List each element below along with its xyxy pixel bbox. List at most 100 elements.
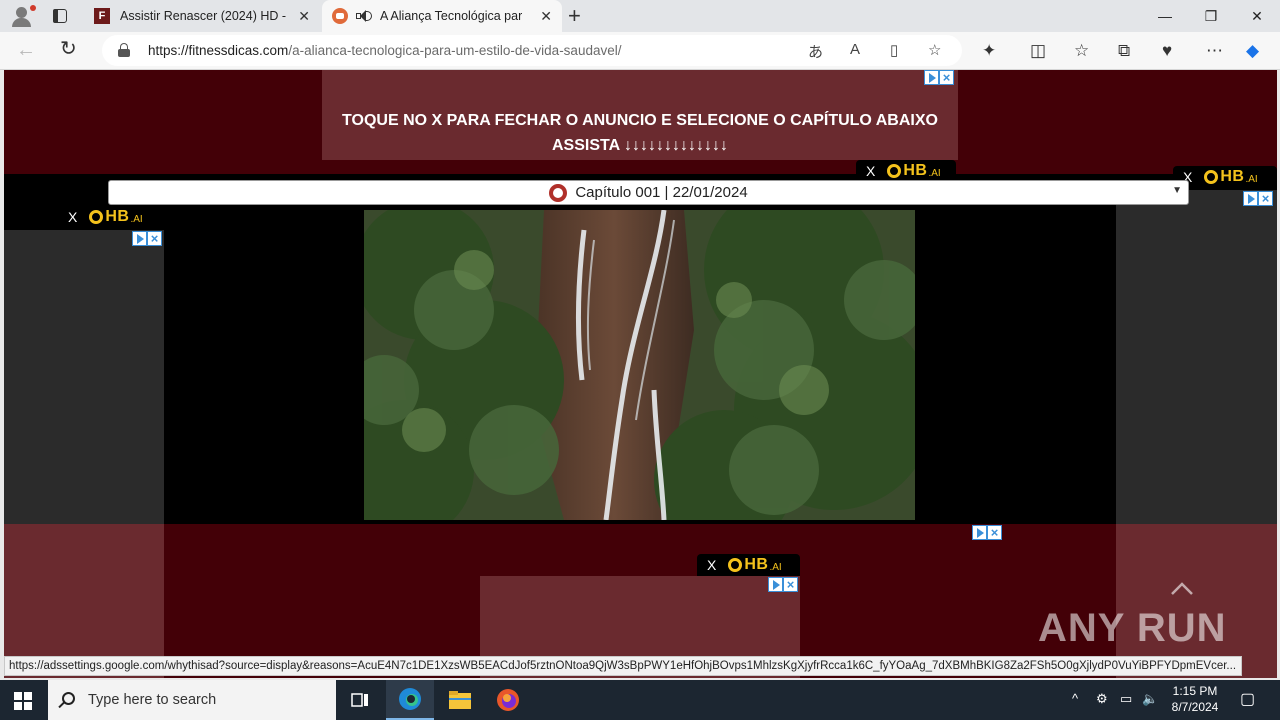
taskbar-clock[interactable]: 1:15 PM 8/7/2024 (1164, 683, 1226, 715)
hb-logo-icon (1204, 170, 1219, 184)
chapter-select-value: Capítulo 001 | 22/01/2024 (575, 184, 748, 201)
hb-brand-suffix: .AI (130, 213, 143, 225)
network-icon[interactable]: ▭ (1120, 691, 1132, 707)
ad-instruction-line1: TOQUE NO X PARA FECHAR O ANUNCIO E SELEC… (342, 112, 938, 129)
hb-logo-icon (728, 558, 743, 572)
hb-brand: HB (744, 556, 769, 573)
hb-ai-close-tab[interactable]: X HB .AI (856, 160, 956, 182)
hb-brand-suffix: .AI (769, 561, 782, 573)
hb-close-icon[interactable]: X (707, 557, 716, 573)
bottom-ad-left[interactable] (4, 524, 164, 678)
hb-close-icon[interactable]: X (866, 163, 875, 179)
adchoices-bottom[interactable]: × (972, 525, 1002, 541)
audio-playing-icon[interactable] (356, 9, 372, 23)
task-view-icon[interactable] (336, 680, 384, 720)
favorite-star-icon[interactable]: ☆ (928, 41, 941, 59)
extensions-icon[interactable]: ✦ (982, 41, 996, 61)
tab-title: Assistir Renascer (2024) HD - Nov (120, 9, 288, 23)
url-path: /a-alianca-tecnologica-para-um-estilo-de… (288, 43, 622, 58)
ad-close-icon[interactable]: × (147, 231, 162, 246)
adchoices-icon[interactable] (972, 525, 987, 540)
side-ad-left[interactable] (4, 230, 164, 524)
bottom-ad-right[interactable] (1116, 524, 1277, 678)
tab-actions-icon[interactable] (50, 6, 70, 26)
back-icon[interactable]: ← (16, 40, 36, 60)
tab-renascer[interactable]: F Assistir Renascer (2024) HD - Nov ✕ (84, 0, 320, 32)
video-player[interactable] (364, 210, 915, 520)
taskbar-search-box[interactable]: Type here to search (48, 680, 336, 720)
ad-close-icon[interactable]: × (783, 577, 798, 592)
reload-icon[interactable]: ↻ (60, 38, 77, 60)
hb-brand: HB (903, 162, 928, 179)
restore-icon[interactable]: ❐ (1188, 0, 1234, 32)
windows-start-icon[interactable] (14, 692, 32, 710)
close-window-icon[interactable]: ✕ (1234, 0, 1280, 32)
file-explorer-icon[interactable] (436, 680, 484, 720)
site-favicon-icon (332, 8, 348, 24)
notifications-icon[interactable]: ▢ (1240, 689, 1255, 709)
clock-time: 1:15 PM (1172, 684, 1218, 698)
adchoices-right[interactable]: × (1243, 191, 1273, 207)
copilot-icon[interactable]: ◆ (1246, 41, 1259, 61)
profile-avatar-icon[interactable] (8, 4, 36, 28)
hb-brand: HB (105, 208, 130, 225)
address-bar[interactable]: https://fitnessdicas.com/a-alianca-tecno… (102, 35, 962, 66)
anyrun-watermark: ANY RUN (1038, 606, 1227, 650)
adchoices-bottom-center[interactable]: × (768, 577, 798, 593)
collections-icon[interactable]: ⧉ (1118, 41, 1130, 61)
ad-close-icon[interactable]: × (939, 70, 954, 85)
waterfall-video-frame (364, 210, 915, 520)
translate-icon[interactable]: あ (808, 41, 823, 62)
tray-app-icon[interactable]: ⚙ (1096, 691, 1108, 707)
hb-ai-close-tab[interactable]: X HB .AI (697, 554, 800, 576)
scroll-top-icon[interactable] (1170, 582, 1194, 596)
ad-close-icon[interactable]: × (987, 525, 1002, 540)
tab-close-icon[interactable]: ✕ (298, 8, 310, 24)
immersive-reader-icon[interactable]: ▯ (890, 41, 898, 59)
adchoices-left[interactable]: × (132, 231, 162, 247)
adchoices-icon[interactable] (768, 577, 783, 592)
adchoices-top[interactable]: × (924, 70, 954, 86)
windows-taskbar: Type here to search ^ ⚙ ▭ 🔈 1:15 PM 8/7/… (0, 680, 1280, 720)
show-hidden-icons-icon[interactable]: ^ (1072, 691, 1078, 706)
hb-close-icon[interactable]: X (68, 209, 77, 225)
split-screen-icon[interactable]: ◫ (1030, 41, 1046, 61)
page-viewport: TOQUE NO X PARA FECHAR O ANUNCIO E SELEC… (4, 70, 1277, 678)
edge-taskbar-icon[interactable] (386, 680, 434, 720)
volume-icon[interactable]: 🔈 (1142, 691, 1158, 707)
browser-titlebar: F Assistir Renascer (2024) HD - Nov ✕ A … (0, 0, 1280, 32)
hb-brand-suffix: .AI (1245, 173, 1258, 185)
hb-brand: HB (1220, 168, 1245, 185)
top-ad-banner[interactable]: TOQUE NO X PARA FECHAR O ANUNCIO E SELEC… (322, 70, 958, 160)
film-reel-icon (549, 183, 568, 202)
favorites-icon[interactable]: ☆ (1074, 41, 1089, 61)
clock-date: 8/7/2024 (1171, 700, 1219, 714)
hb-ai-close-tab[interactable]: X HB .AI (58, 206, 164, 228)
hb-logo-icon (89, 210, 104, 224)
browser-essentials-icon[interactable]: ♥ (1162, 41, 1172, 61)
hb-logo-icon (887, 164, 902, 178)
search-placeholder: Type here to search (88, 692, 217, 708)
read-aloud-icon[interactable]: A (850, 41, 860, 58)
adchoices-icon[interactable] (132, 231, 147, 246)
tab-close-icon[interactable]: ✕ (540, 8, 552, 24)
new-tab-icon[interactable]: + (568, 4, 581, 28)
minimize-icon[interactable]: — (1142, 0, 1188, 32)
chapter-select[interactable]: Capítulo 001 | 22/01/2024 ▼ (108, 180, 1189, 205)
url-domain: https://fitnessdicas.com (148, 43, 289, 58)
ad-close-icon[interactable]: × (1258, 191, 1273, 206)
firefox-icon[interactable] (484, 680, 532, 720)
site-favicon-icon: F (94, 8, 110, 24)
adchoices-icon[interactable] (1243, 191, 1258, 206)
adchoices-icon[interactable] (924, 70, 939, 85)
chevron-down-icon[interactable]: ▼ (1172, 185, 1182, 196)
lock-icon[interactable] (118, 43, 130, 57)
search-icon (62, 692, 75, 705)
tab-title: A Aliança Tecnológica para um Estilo de … (380, 9, 522, 23)
url-text[interactable]: https://fitnessdicas.com/a-alianca-tecno… (148, 43, 621, 58)
status-bar-url: https://adssettings.google.com/whythisad… (4, 656, 1242, 676)
tab-alianca[interactable]: A Aliança Tecnológica para um Estilo de … (322, 0, 562, 32)
more-menu-icon[interactable]: ⋯ (1206, 41, 1223, 61)
side-ad-right[interactable] (1116, 190, 1277, 524)
hb-brand-suffix: .AI (928, 167, 941, 179)
